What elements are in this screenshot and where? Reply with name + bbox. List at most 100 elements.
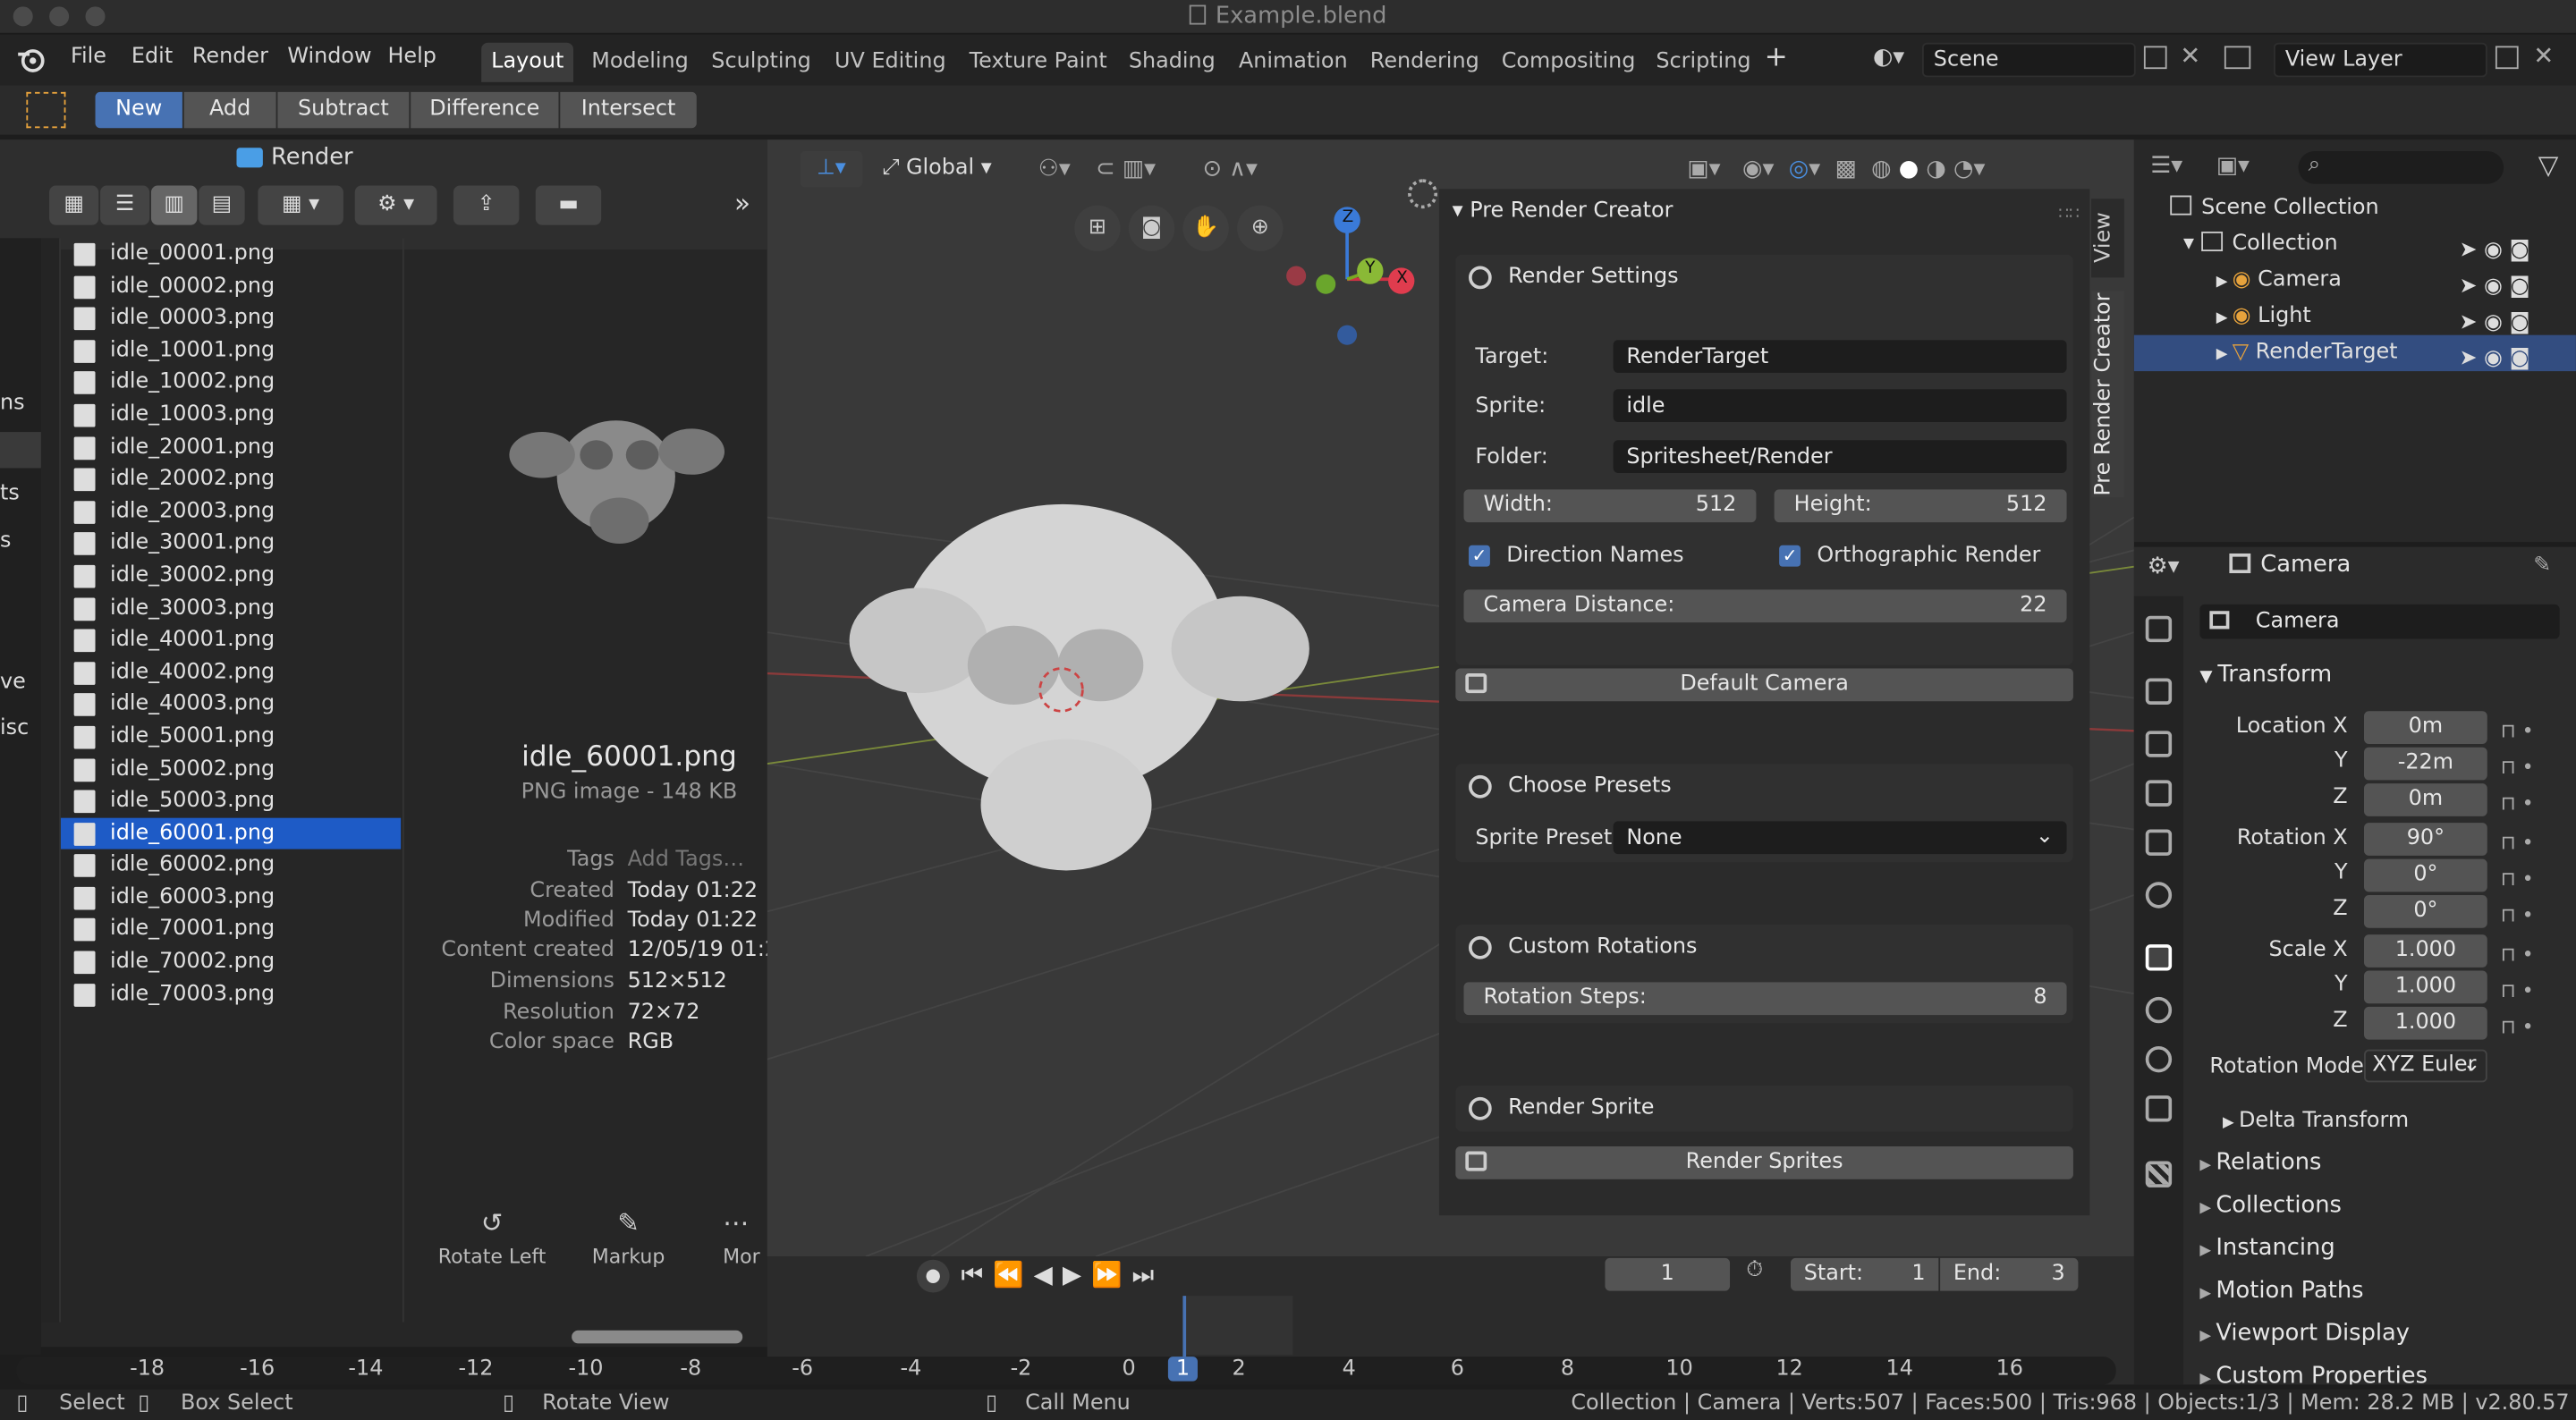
action-gear-icon[interactable]: ⚙ ▾ (354, 185, 437, 225)
choose-presets-header[interactable]: Choose Presets (1455, 764, 2073, 809)
file-list-item[interactable]: idle_30001.png (61, 528, 401, 560)
add-workspace-icon[interactable]: + (1765, 41, 1788, 74)
file-list-item[interactable]: idle_40002.png (61, 656, 401, 689)
gallery-view-icon[interactable]: ▤ (199, 185, 245, 225)
tab-sculpting[interactable]: Sculpting (701, 43, 821, 82)
lock-icon[interactable]: ⊓ • (2500, 860, 2533, 896)
tab-shading[interactable]: Shading (1119, 43, 1225, 82)
file-list-item[interactable]: idle_20002.png (61, 463, 401, 495)
tab-view[interactable]: View (2091, 199, 2124, 278)
material-shading-icon[interactable]: ◑ (1926, 156, 1945, 182)
tab-layout[interactable]: Layout (481, 42, 574, 82)
custom-properties-header[interactable]: ▶ Custom Properties (2199, 1363, 2428, 1384)
motion-paths-header[interactable]: ▶ Motion Paths (2199, 1278, 2363, 1304)
scene-icon[interactable]: ◐▾ (1873, 45, 1904, 71)
lock-icon[interactable]: ⊓ • (2500, 713, 2533, 748)
display-mode-icon[interactable]: ☰▾ (2150, 153, 2182, 179)
column-divider[interactable] (40, 238, 61, 1323)
file-list-item[interactable]: idle_30002.png (61, 560, 401, 592)
icon-view-icon[interactable]: ▦ (49, 185, 99, 225)
start-frame-field[interactable]: Start: 1 (1791, 1257, 1939, 1291)
light-object-icon[interactable] (1408, 179, 1438, 209)
object-types-icon[interactable]: ▣▾ (1687, 156, 1720, 182)
delete-view-layer-icon[interactable]: ✕ (2533, 41, 2554, 71)
new-view-layer-icon[interactable] (2495, 46, 2519, 70)
lock-icon[interactable]: ⊓ • (2500, 897, 2533, 933)
file-list-item[interactable]: idle_70003.png (61, 978, 401, 1010)
editor-type-icon[interactable]: ⚙▾ (2148, 554, 2180, 579)
file-list-item[interactable]: idle_60003.png (61, 882, 401, 914)
tab-pre-render-creator[interactable]: Pre Render Creator (2091, 291, 2124, 498)
file-list-item[interactable]: idle_20003.png (61, 495, 401, 528)
scale-y-field[interactable]: 1.000 (2364, 970, 2487, 1004)
selectable-arrow-icon[interactable]: ➤ ◉ ◙ (2460, 233, 2530, 269)
scene-field[interactable]: Scene (1921, 42, 2136, 78)
texture-tab-icon[interactable] (2145, 1161, 2173, 1188)
tab-compositing[interactable]: Compositing (1492, 43, 1646, 82)
more-toolbar-icon[interactable]: » (734, 187, 750, 218)
new-scene-icon[interactable] (2143, 46, 2167, 70)
current-frame-marker[interactable]: 1 (1167, 1357, 1198, 1382)
render-sprite-header[interactable]: Render Sprite (1455, 1086, 2073, 1131)
mode-difference-button[interactable]: Difference (411, 91, 559, 129)
render-tab-icon[interactable] (2145, 678, 2173, 705)
relations-header[interactable]: ▶ Relations (2199, 1150, 2321, 1176)
transform-orientation-dropdown[interactable]: ⤢ Global ▾ (882, 151, 992, 187)
play-icon[interactable]: ▶ (1063, 1260, 1091, 1289)
tab-texture-paint[interactable]: Texture Paint (960, 43, 1117, 82)
menu-window[interactable]: Window (287, 45, 371, 70)
sidebar-fragment[interactable]: s (0, 528, 11, 554)
sprite-field[interactable]: idle (1613, 389, 2067, 423)
share-icon[interactable]: ⇪ (453, 185, 520, 225)
tab-modeling[interactable]: Modeling (581, 43, 699, 82)
more-button[interactable]: ⋯ Mor (723, 1207, 767, 1268)
direction-names-checkbox[interactable]: ✓ (1469, 545, 1490, 567)
output-tab-icon[interactable] (2145, 731, 2173, 757)
outliner-item-light[interactable]: ▶ ◉ Light (2216, 299, 2311, 334)
rotation-steps-field[interactable]: Rotation Steps: 8 (1463, 982, 2067, 1016)
object-data-tab-icon[interactable] (2145, 1095, 2173, 1122)
menu-file[interactable]: File (71, 45, 106, 70)
mode-new-button[interactable]: New (95, 91, 182, 129)
sidebar-fragment[interactable]: ts (0, 481, 20, 506)
file-list-item[interactable]: idle_50002.png (61, 753, 401, 785)
file-list-item[interactable]: idle_00003.png (61, 302, 401, 334)
menu-edit[interactable]: Edit (131, 45, 173, 70)
tool-tab-icon[interactable] (2145, 615, 2173, 643)
mode-subtract-button[interactable]: Subtract (277, 91, 410, 129)
location-x-field[interactable]: 0m (2364, 711, 2487, 745)
file-list-item[interactable]: idle_40003.png (61, 689, 401, 721)
jump-start-icon[interactable]: ⏮ (961, 1260, 993, 1289)
lock-icon[interactable]: ⊓ • (2500, 936, 2533, 972)
blender-logo-icon[interactable] (16, 45, 46, 74)
end-frame-field[interactable]: End: 3 (1940, 1257, 2079, 1291)
default-camera-button[interactable]: Default Camera (1455, 668, 2073, 702)
file-list-item[interactable]: idle_10001.png (61, 334, 401, 367)
wireframe-shading-icon[interactable]: ◍ (1871, 156, 1891, 182)
file-list-item[interactable]: idle_60001.png (60, 817, 402, 850)
file-list-item[interactable]: idle_70002.png (61, 946, 401, 978)
horizontal-scrollbar[interactable] (572, 1330, 743, 1344)
current-frame-field[interactable]: 1 (1605, 1257, 1731, 1291)
delete-scene-icon[interactable]: ✕ (2180, 41, 2200, 71)
object-name-field[interactable]: Camera (2199, 604, 2560, 639)
panel-header[interactable]: ▾ Pre Render Creator (1453, 199, 1674, 224)
drag-handle-icon[interactable]: ∷∷ (2058, 206, 2079, 224)
rotation-mode-dropdown[interactable]: XYZ Euler ⌄ (2364, 1049, 2487, 1083)
rotation-z-field[interactable]: 0° (2364, 895, 2487, 928)
sidebar-selected-item[interactable] (0, 432, 41, 469)
lock-icon[interactable]: ⊓ • (2500, 785, 2533, 821)
pin-icon[interactable]: ✎ (2533, 554, 2551, 579)
ortho-render-checkbox[interactable]: ✓ (1779, 545, 1801, 567)
play-reverse-icon[interactable]: ◀ (1034, 1260, 1063, 1289)
target-field[interactable]: RenderTarget (1613, 340, 2067, 373)
visibility-icon[interactable]: ◉▾ (1742, 156, 1774, 182)
scene-collection-row[interactable]: Scene Collection (2170, 190, 2379, 226)
pan-hand-icon[interactable]: ✋ (1182, 205, 1229, 252)
sidebar-fragment[interactable]: ns (0, 391, 25, 416)
file-list-item[interactable]: idle_50001.png (61, 721, 401, 753)
menu-help[interactable]: Help (387, 45, 436, 70)
pivot-point-icon[interactable]: ⚇▾ (1038, 151, 1071, 187)
solid-shading-icon[interactable]: ● (1899, 156, 1919, 182)
delta-transform-header[interactable]: ▶ Delta Transform (2223, 1109, 2409, 1134)
